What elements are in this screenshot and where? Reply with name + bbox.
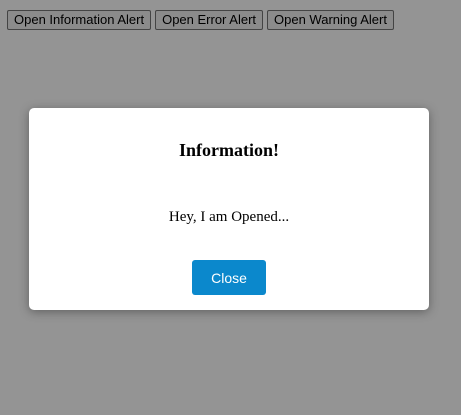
dialog-title: Information!	[179, 140, 279, 160]
dialog-message: Hey, I am Opened...	[168, 209, 290, 225]
information-alert-dialog: Information! Hey, I am Opened... Close	[29, 108, 429, 310]
close-button[interactable]: Close	[192, 260, 266, 295]
